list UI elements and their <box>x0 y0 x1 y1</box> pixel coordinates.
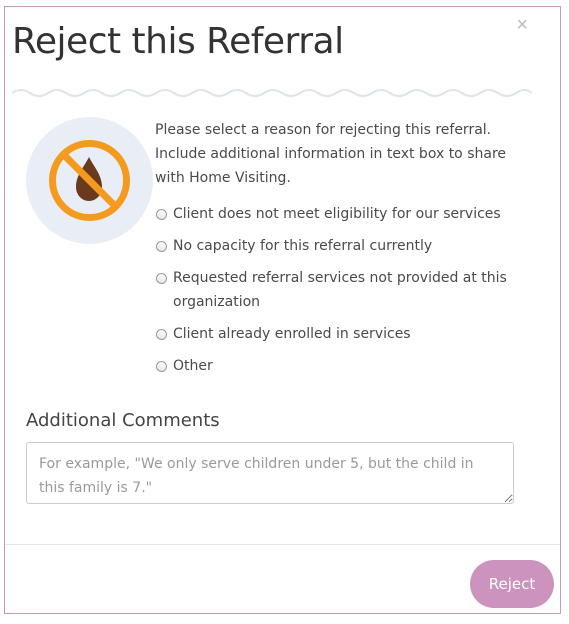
reason-option[interactable]: Requested referral services not provided… <box>155 270 535 326</box>
instructions-text: Please select a reason for rejecting thi… <box>155 122 507 186</box>
wavy-divider <box>12 89 532 97</box>
reason-radio[interactable] <box>156 241 167 252</box>
reason-label[interactable]: Requested referral services not provided… <box>173 266 518 314</box>
reason-radio[interactable] <box>156 361 167 372</box>
footer-divider <box>5 544 560 545</box>
reason-radio[interactable] <box>156 273 167 284</box>
reason-label[interactable]: Other <box>173 354 518 378</box>
reason-options: Client does not meet eligibility for our… <box>155 206 535 390</box>
reason-radio[interactable] <box>156 209 167 220</box>
close-icon[interactable]: × <box>516 15 528 35</box>
comments-field[interactable] <box>26 442 514 504</box>
dialog-title: Reject this Referral <box>12 21 344 62</box>
comments-label: Additional Comments <box>26 410 220 431</box>
no-water-drop-icon <box>49 140 130 221</box>
reason-option[interactable]: Other <box>155 358 535 390</box>
reason-radio[interactable] <box>156 329 167 340</box>
reject-button[interactable]: Reject <box>470 560 554 608</box>
reason-label[interactable]: Client already enrolled in services <box>173 322 518 346</box>
reason-label[interactable]: No capacity for this referral currently <box>173 234 518 258</box>
reject-referral-dialog: Reject this Referral × Please select a r… <box>4 6 561 614</box>
reason-label[interactable]: Client does not meet eligibility for our… <box>173 202 518 226</box>
icon-badge <box>26 117 153 244</box>
